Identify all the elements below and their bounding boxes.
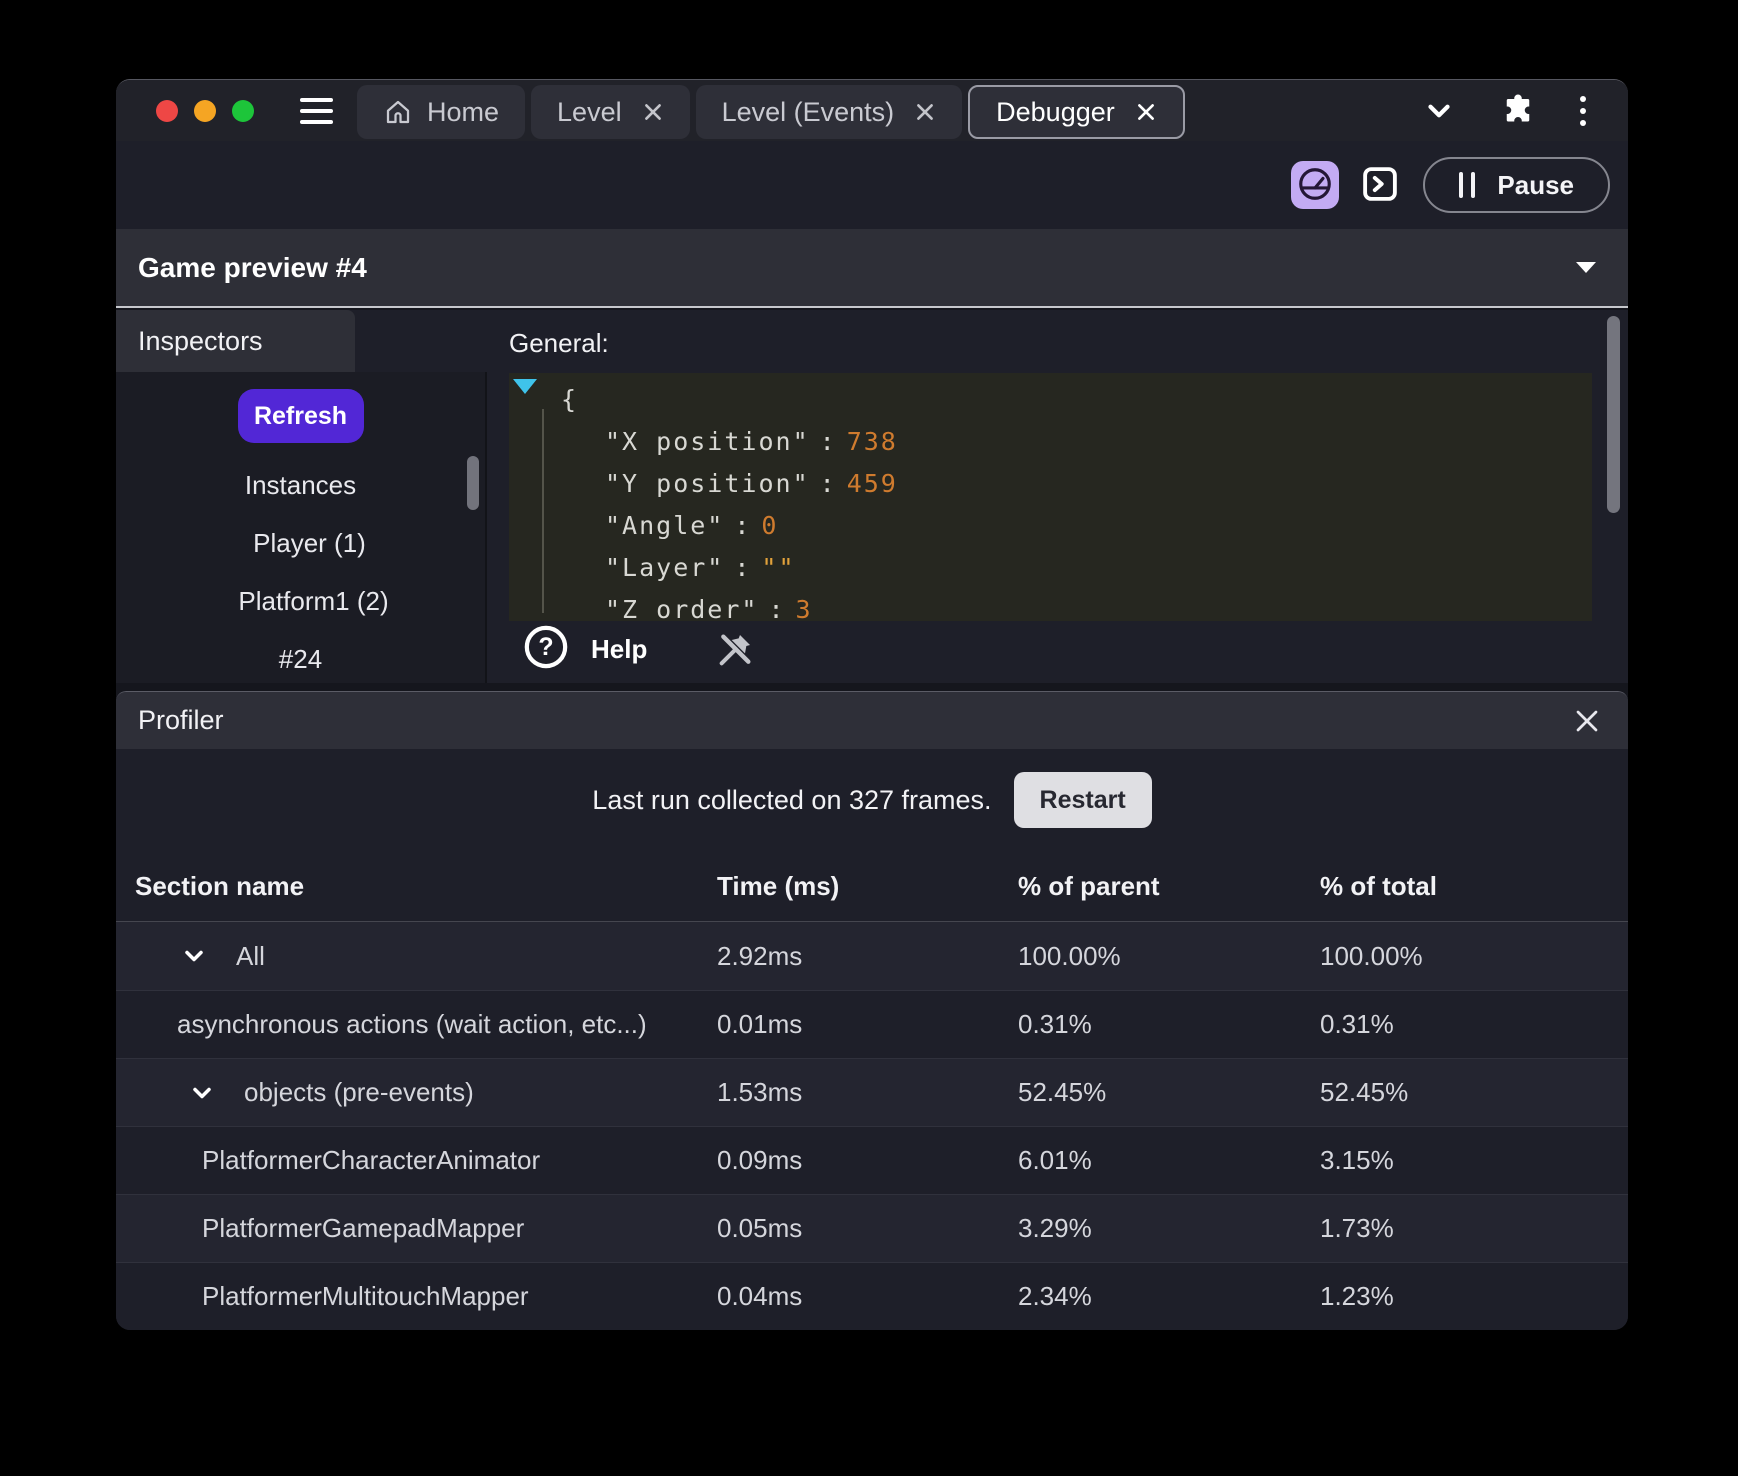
- json-line-y-position: "Y position":459: [605, 469, 898, 498]
- kebab-menu-icon[interactable]: [1580, 95, 1586, 126]
- profiler-header: Profiler: [116, 691, 1628, 749]
- json-line-x-position: "X position":738: [605, 427, 898, 456]
- column-percent-total: % of total: [1320, 870, 1437, 901]
- close-icon[interactable]: [1135, 101, 1157, 123]
- traffic-lights: [156, 99, 254, 122]
- window-minimize-button[interactable]: [194, 99, 216, 122]
- column-section-name: Section name: [135, 870, 305, 901]
- tab-label: Level (Events): [721, 96, 895, 127]
- pin-off-icon[interactable]: [715, 630, 755, 670]
- inspectors-header: Inspectors: [116, 310, 355, 372]
- refresh-button[interactable]: Refresh: [237, 389, 364, 443]
- tree-item-platform1[interactable]: Platform1 (2): [212, 586, 388, 617]
- chevron-down-icon[interactable]: [180, 942, 208, 970]
- tab-level[interactable]: Level: [531, 85, 690, 139]
- profiler-table-header: Section name Time (ms) % of parent % of …: [116, 851, 1628, 921]
- general-panel: General: { "X position":738 "Y position"…: [487, 310, 1628, 683]
- profiler-table: Section name Time (ms) % of parent % of …: [116, 851, 1628, 1330]
- column-time: Time (ms): [717, 870, 840, 901]
- general-title: General:: [509, 328, 609, 358]
- profiler-row-all[interactable]: All 2.92ms 100.00% 100.00%: [116, 922, 1628, 990]
- extensions-puzzle-icon[interactable]: [1500, 93, 1536, 129]
- profiler-status-text: Last run collected on 327 frames.: [592, 784, 992, 815]
- profiler-row-multitouch-mapper: PlatformerMultitouchMapper 0.04ms 2.34% …: [116, 1262, 1628, 1330]
- window-zoom-button[interactable]: [232, 99, 254, 122]
- profiler-row-objects-pre-events[interactable]: objects (pre-events) 1.53ms 52.45% 52.45…: [116, 1058, 1628, 1126]
- profiler-toggle-button[interactable]: [1291, 161, 1340, 209]
- profiler-row-character-animator: PlatformerCharacterAnimator 0.09ms 6.01%…: [116, 1126, 1628, 1194]
- game-preview-header[interactable]: Game preview #4: [116, 229, 1628, 308]
- help-icon[interactable]: ?: [523, 624, 569, 675]
- general-scrollbar[interactable]: [1607, 316, 1620, 513]
- home-icon: [383, 97, 413, 127]
- restart-button[interactable]: Restart: [1013, 772, 1152, 828]
- tab-label: Debugger: [996, 96, 1115, 127]
- json-open-brace: {: [561, 385, 579, 414]
- profiler-status-row: Last run collected on 327 frames. Restar…: [116, 749, 1628, 851]
- profiler-row-async-actions: asynchronous actions (wait action, etc..…: [116, 990, 1628, 1058]
- collapse-triangle-icon[interactable]: [513, 379, 537, 394]
- tab-label: Level: [557, 96, 622, 127]
- close-icon[interactable]: [1572, 706, 1602, 736]
- tree-item-player[interactable]: Player (1): [235, 528, 366, 559]
- tree-item-instances[interactable]: Instances: [245, 470, 356, 501]
- tree-item-instance-24[interactable]: #24: [279, 644, 322, 675]
- titlebar: Home Level Level (Events) Debugger: [116, 80, 1628, 141]
- json-line-angle: "Angle":0: [605, 511, 779, 540]
- instance-json-view: { "X position":738 "Y position":459 "Ang…: [509, 373, 1592, 624]
- inspectors-scrollbar[interactable]: [467, 456, 479, 510]
- hamburger-menu-icon[interactable]: [300, 97, 333, 124]
- close-icon[interactable]: [642, 101, 664, 123]
- profiler-panel: Profiler Last run collected on 327 frame…: [116, 691, 1628, 1330]
- chevron-down-icon[interactable]: [1422, 94, 1456, 128]
- tab-home[interactable]: Home: [357, 85, 526, 139]
- close-icon[interactable]: [914, 101, 936, 123]
- tab-debugger[interactable]: Debugger: [968, 85, 1185, 139]
- svg-text:?: ?: [538, 633, 553, 661]
- inspectors-title: Inspectors: [138, 325, 263, 356]
- app-window: Home Level Level (Events) Debugger Pause…: [116, 79, 1628, 1330]
- collapse-caret-icon: [1576, 262, 1596, 273]
- pause-icon: [1459, 172, 1476, 198]
- game-preview-title: Game preview #4: [138, 251, 367, 283]
- help-link[interactable]: Help: [591, 634, 647, 665]
- profiler-row-gamepad-mapper: PlatformerGamepadMapper 0.05ms 3.29% 1.7…: [116, 1194, 1628, 1262]
- inspectors-tree: Refresh Instances Player (1) Platform1 (…: [116, 372, 487, 683]
- pause-button[interactable]: Pause: [1423, 157, 1610, 213]
- gauge-icon: [1296, 165, 1334, 206]
- console-button[interactable]: [1359, 163, 1401, 208]
- tab-bar: Home Level Level (Events) Debugger: [357, 80, 1185, 141]
- console-icon: [1359, 163, 1401, 208]
- tab-label: Home: [427, 96, 500, 127]
- debugger-content: Inspectors Refresh Instances Player (1) …: [116, 310, 1628, 683]
- indent-guide: [542, 409, 544, 613]
- help-row: ? Help: [523, 624, 755, 675]
- column-percent-parent: % of parent: [1018, 870, 1160, 901]
- tab-level-events[interactable]: Level (Events): [695, 85, 963, 139]
- inspectors-panel: Inspectors Refresh Instances Player (1) …: [116, 310, 487, 683]
- pause-label: Pause: [1497, 169, 1574, 200]
- debugger-toolbar: Pause: [116, 141, 1628, 229]
- titlebar-actions: [1422, 93, 1586, 129]
- json-line-layer: "Layer": "": [605, 553, 796, 582]
- chevron-down-icon[interactable]: [188, 1079, 216, 1107]
- window-close-button[interactable]: [156, 99, 178, 122]
- profiler-title: Profiler: [138, 705, 224, 735]
